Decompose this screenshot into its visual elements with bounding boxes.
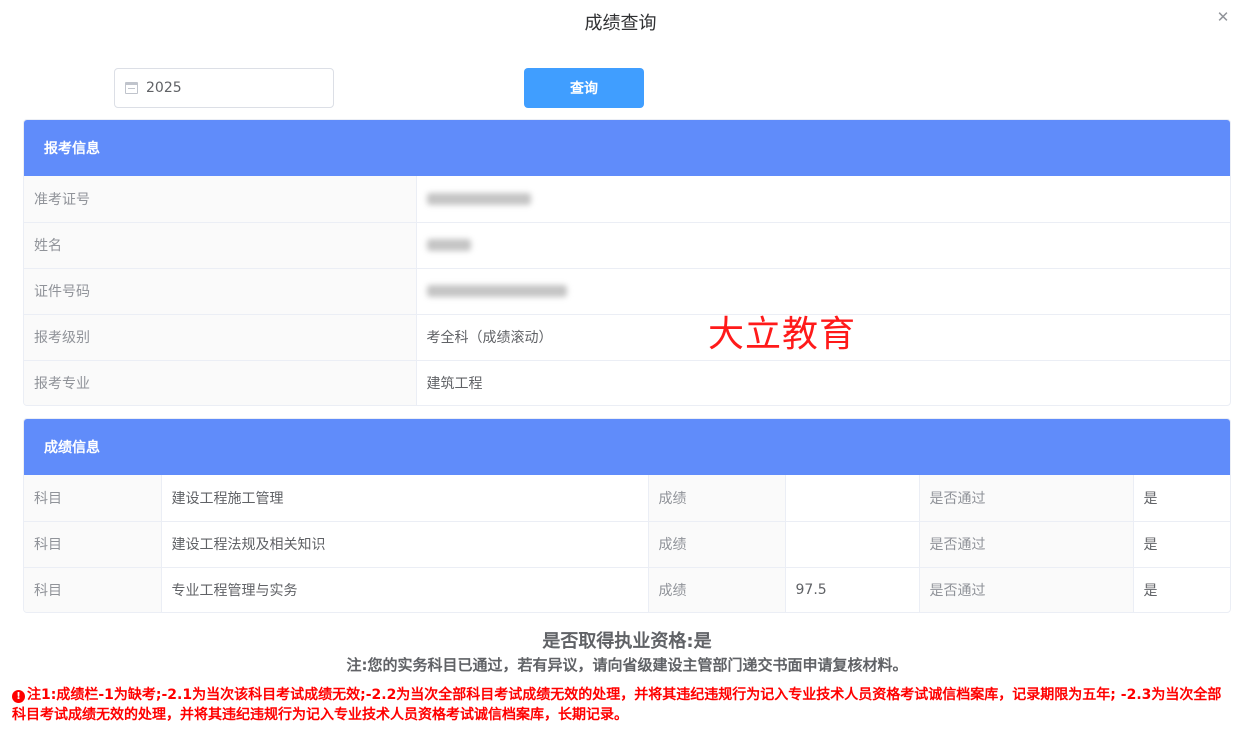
warning-icon: !: [12, 690, 25, 703]
admission-number-label: 准考证号: [24, 176, 417, 223]
calendar-icon: [125, 82, 138, 94]
table-row: 科目 专业工程管理与实务 成绩 97.5 是否通过 是: [24, 566, 1230, 612]
pass-label: 是否通过: [918, 566, 1134, 612]
score-label: 成绩: [647, 520, 786, 568]
score-code-warning: ! 注1:成绩栏-1为缺考;-2.1为当次该科目考试成绩无效;-2.2为当次全部科…: [12, 685, 1234, 725]
subject-value: 专业工程管理与实务: [160, 566, 649, 612]
exam-info-card: 报考信息 准考证号 姓名 证件号码 报考级别 考全科（成绩滚动） 报考专业 建筑…: [23, 119, 1231, 406]
exam-info-header: 报考信息: [24, 120, 1230, 176]
table-row: 姓名: [24, 221, 1230, 269]
dialog-title: 成绩查询: [584, 13, 657, 34]
pass-label: 是否通过: [918, 520, 1134, 568]
subject-value: 建设工程施工管理: [160, 475, 649, 522]
exam-level-label: 报考级别: [24, 313, 417, 361]
table-row: 报考专业 建筑工程: [24, 359, 1230, 405]
score-label: 成绩: [647, 475, 786, 522]
exam-info-table: 准考证号 姓名 证件号码 报考级别 考全科（成绩滚动） 报考专业 建筑工程: [24, 176, 1230, 405]
table-row: 报考级别 考全科（成绩滚动）: [24, 313, 1230, 361]
admission-number-value: [415, 176, 1230, 223]
exam-major-value: 建筑工程: [415, 359, 1230, 405]
query-button[interactable]: 查询: [524, 68, 644, 108]
pass-value: 是: [1132, 475, 1230, 522]
score-value: [784, 475, 920, 522]
table-row: 证件号码: [24, 267, 1230, 315]
subject-value: 建设工程法规及相关知识: [160, 520, 649, 568]
subject-label: 科目: [24, 520, 162, 568]
year-picker[interactable]: [114, 68, 334, 108]
table-row: 科目 建设工程施工管理 成绩 是否通过 是: [24, 475, 1230, 522]
subject-label: 科目: [24, 475, 162, 522]
table-row: 科目 建设工程法规及相关知识 成绩 是否通过 是: [24, 520, 1230, 568]
score-info-card: 成绩信息 科目 建设工程施工管理 成绩 是否通过 是 科目 建设工程法规及相关知…: [23, 418, 1231, 613]
score-info-header: 成绩信息: [24, 419, 1230, 475]
pass-value: 是: [1132, 566, 1230, 612]
score-label: 成绩: [647, 566, 786, 612]
name-label: 姓名: [24, 221, 417, 269]
year-input[interactable]: [146, 80, 316, 96]
review-note: 注:您的实务科目已通过，若有异议，请向省级建设主管部门递交书面申请复核材料。: [346, 656, 908, 674]
warning-text: 注1:成绩栏-1为缺考;-2.1为当次该科目考试成绩无效;-2.2为当次全部科目…: [12, 687, 1222, 723]
pass-value: 是: [1132, 520, 1230, 568]
pass-label: 是否通过: [918, 475, 1134, 522]
score-value: 97.5: [784, 566, 920, 612]
qualification-result: 是否取得执业资格:是: [542, 631, 712, 652]
subject-label: 科目: [24, 566, 162, 612]
exam-major-label: 报考专业: [24, 359, 417, 405]
watermark-text: 大立教育: [708, 314, 857, 355]
table-row: 准考证号: [24, 176, 1230, 223]
score-value: [784, 520, 920, 568]
name-value: [415, 221, 1230, 269]
close-icon[interactable]: ✕: [1215, 9, 1231, 25]
score-table: 科目 建设工程施工管理 成绩 是否通过 是 科目 建设工程法规及相关知识 成绩 …: [24, 475, 1230, 612]
id-number-label: 证件号码: [24, 267, 417, 315]
